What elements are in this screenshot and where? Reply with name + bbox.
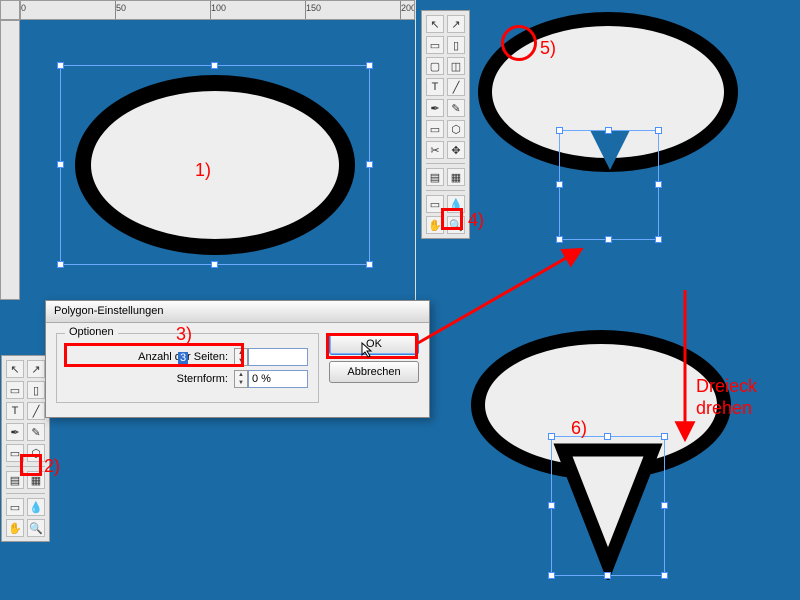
- annotation-highlight-2: [20, 454, 42, 476]
- page-tool[interactable]: ▭: [426, 36, 444, 54]
- selection-handle[interactable]: [556, 181, 563, 188]
- ruler-tick: 50: [116, 3, 126, 13]
- selection-handle[interactable]: [548, 572, 555, 579]
- selection-box[interactable]: [551, 436, 665, 576]
- sides-spinner[interactable]: ▲▼ 3: [234, 348, 308, 366]
- annotation-rotate-label: Dreieck drehen: [696, 375, 757, 419]
- text-tool[interactable]: T: [6, 402, 24, 420]
- selection-handle[interactable]: [548, 433, 555, 440]
- panel-top-right: ↖ ↗ ▭ ▯ ▢ ◫ T ╱ ✒ ✎ ▭ ⬡ ✂ ✥ ▤ ▦ ▭ 💧 ✋ 🔍 …: [416, 0, 800, 300]
- selection-handle[interactable]: [604, 433, 611, 440]
- selection-handle[interactable]: [366, 62, 373, 69]
- selection-handle[interactable]: [57, 62, 64, 69]
- polygon-settings-dialog: Polygon-Einstellungen Optionen Anzahl de…: [45, 300, 430, 418]
- star-spinner[interactable]: ▲▼: [234, 370, 308, 388]
- annotation-highlight-4: [441, 208, 463, 230]
- cursor-icon: [360, 341, 374, 359]
- line-tool[interactable]: ╱: [27, 402, 45, 420]
- zoom-tool[interactable]: 🔍: [27, 519, 45, 537]
- selection-handle[interactable]: [57, 161, 64, 168]
- selection-handle[interactable]: [366, 261, 373, 268]
- selection-handle[interactable]: [655, 236, 662, 243]
- toolbox: ↖ ↗ ▭ ▯ T ╱ ✒ ✎ ▭ ⬡ ▤ ▦ ▭ 💧 ✋ 🔍: [1, 355, 50, 542]
- hand-tool[interactable]: ✋: [6, 519, 24, 537]
- panel-bottom-right: 6) Dreieck drehen: [416, 300, 800, 600]
- dialog-title[interactable]: Polygon-Einstellungen: [46, 301, 429, 323]
- toolbox-divider: [426, 163, 465, 164]
- pencil-tool[interactable]: ✎: [27, 423, 45, 441]
- eyedropper-tool[interactable]: 💧: [27, 498, 45, 516]
- scissors-tool[interactable]: ✂: [426, 141, 444, 159]
- panel-top-left: 0 50 100 150 200 1): [0, 0, 415, 300]
- gradient-tool[interactable]: ▤: [426, 168, 444, 186]
- ruler-horizontal: 0 50 100 150 200: [20, 0, 415, 20]
- free-transform-tool[interactable]: ✥: [447, 141, 465, 159]
- annotation-5: 5): [540, 38, 556, 59]
- page-tool[interactable]: ▭: [6, 381, 24, 399]
- star-input[interactable]: [248, 370, 308, 388]
- selection-handle[interactable]: [211, 261, 218, 268]
- selection-tool[interactable]: ↖: [426, 15, 444, 33]
- selection-handle[interactable]: [661, 502, 668, 509]
- star-label: Sternform:: [177, 373, 228, 385]
- ruler-tick: 150: [306, 3, 321, 13]
- canvas[interactable]: 1): [20, 20, 415, 300]
- spinner-arrows-icon[interactable]: ▲▼: [234, 370, 248, 388]
- annotation-1: 1): [195, 160, 211, 181]
- text-tool[interactable]: T: [426, 78, 444, 96]
- annotation-6: 6): [571, 418, 587, 439]
- ruler-origin: [0, 0, 20, 20]
- toolbox: ↖ ↗ ▭ ▯ ▢ ◫ T ╱ ✒ ✎ ▭ ⬡ ✂ ✥ ▤ ▦ ▭ 💧 ✋ 🔍: [421, 10, 470, 239]
- selection-tool[interactable]: ↖: [6, 360, 24, 378]
- selection-handle[interactable]: [57, 261, 64, 268]
- toolbox-divider: [6, 493, 45, 494]
- selection-handle[interactable]: [604, 572, 611, 579]
- selection-handle[interactable]: [366, 161, 373, 168]
- note-tool[interactable]: ▭: [6, 498, 24, 516]
- selection-handle[interactable]: [655, 127, 662, 134]
- selection-handle[interactable]: [605, 127, 612, 134]
- content-tool[interactable]: ◫: [447, 57, 465, 75]
- ruler-vertical: [0, 20, 20, 300]
- selection-handle[interactable]: [655, 181, 662, 188]
- rect-frame-tool[interactable]: ▭: [426, 120, 444, 138]
- polygon-tool[interactable]: ⬡: [447, 120, 465, 138]
- options-legend: Optionen: [65, 326, 118, 338]
- selection-handle[interactable]: [211, 62, 218, 69]
- selection-handle[interactable]: [605, 236, 612, 243]
- selection-handle[interactable]: [556, 127, 563, 134]
- selection-handle[interactable]: [661, 433, 668, 440]
- line-tool[interactable]: ╱: [447, 78, 465, 96]
- selection-handle[interactable]: [548, 502, 555, 509]
- selection-handle[interactable]: [556, 236, 563, 243]
- pen-tool[interactable]: ✒: [6, 423, 24, 441]
- selection-handle[interactable]: [661, 572, 668, 579]
- swatch-tool[interactable]: ▦: [447, 168, 465, 186]
- direct-selection-tool[interactable]: ↗: [27, 360, 45, 378]
- gap-tool[interactable]: ▯: [27, 381, 45, 399]
- cancel-button[interactable]: Abbrechen: [329, 361, 419, 383]
- selection-box[interactable]: [60, 65, 370, 265]
- sides-input[interactable]: [248, 348, 308, 366]
- annotation-highlight-sides: [64, 343, 244, 367]
- selection-box[interactable]: [559, 130, 659, 240]
- pen-tool[interactable]: ✒: [426, 99, 444, 117]
- ruler-tick: 100: [211, 3, 226, 13]
- annotation-3: 3): [176, 324, 192, 345]
- direct-selection-tool[interactable]: ↗: [447, 15, 465, 33]
- toolbox-divider: [426, 190, 465, 191]
- eyedropper-icon: [511, 35, 527, 51]
- frame-tool[interactable]: ▢: [426, 57, 444, 75]
- gap-tool[interactable]: ▯: [447, 36, 465, 54]
- annotation-2: 2): [44, 456, 60, 477]
- pencil-tool[interactable]: ✎: [447, 99, 465, 117]
- ruler-tick: 200: [401, 3, 415, 13]
- ruler-tick: 0: [21, 3, 26, 13]
- annotation-4: 4): [468, 210, 484, 231]
